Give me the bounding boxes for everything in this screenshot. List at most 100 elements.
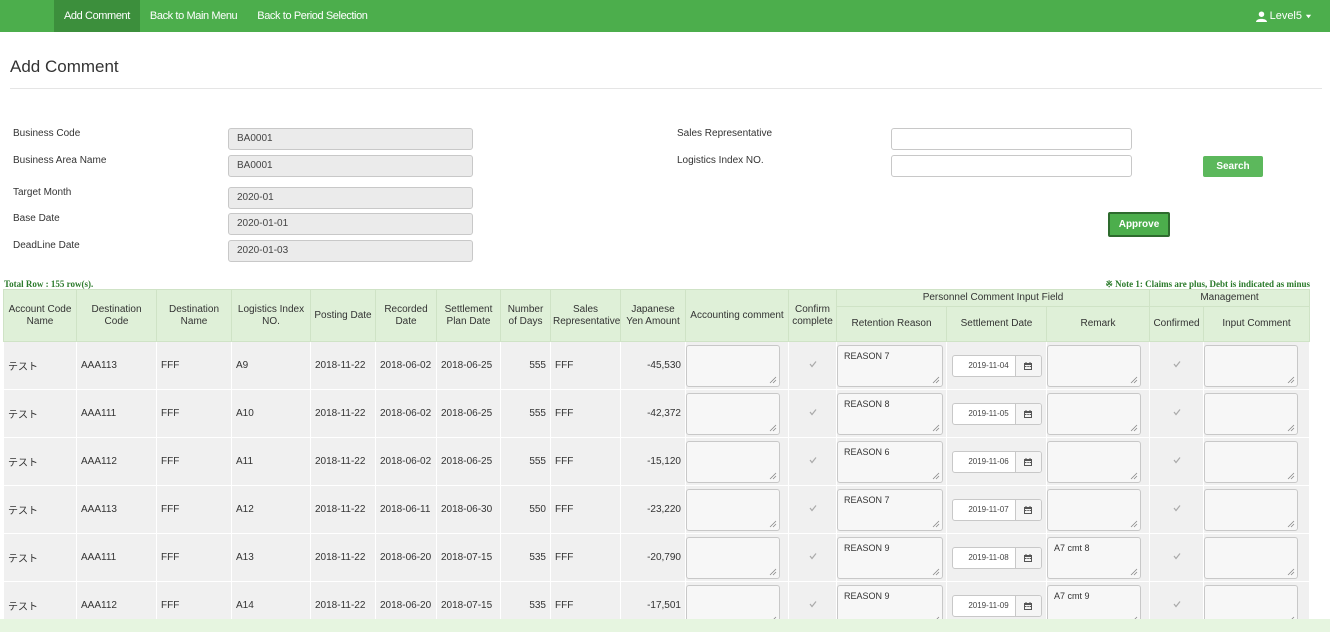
input-comment-textarea[interactable] — [1204, 392, 1299, 435]
cell-destination-code: AAA111 — [76, 533, 157, 582]
cell-number-of-days: 535 — [500, 533, 551, 582]
target-month-field[interactable]: 2020-01 — [228, 187, 473, 209]
check-icon[interactable] — [1172, 455, 1182, 465]
remark-textarea[interactable] — [1047, 392, 1141, 435]
settlement-date-picker[interactable]: 2019-11-04 — [951, 354, 1042, 377]
remark-textarea[interactable] — [1047, 440, 1141, 483]
cell-number-of-days: 555 — [500, 341, 551, 390]
input-comment-textarea[interactable] — [1204, 440, 1299, 483]
calendar-button[interactable] — [1014, 355, 1041, 376]
check-icon[interactable] — [808, 455, 818, 465]
cell-destination-name: FFF — [156, 533, 232, 582]
cell-number-of-days: 555 — [500, 437, 551, 486]
cell-account-code-name: テスト — [3, 533, 77, 582]
accounting-comment-textarea[interactable] — [686, 440, 780, 483]
retention-reason-text: REASON 7 — [844, 494, 890, 505]
nav-add-comment[interactable]: Add Comment — [54, 0, 140, 32]
settlement-date-picker[interactable]: 2019-11-05 — [951, 402, 1042, 425]
check-icon[interactable] — [1172, 599, 1182, 609]
retention-reason-textarea[interactable]: REASON 6 — [837, 440, 943, 483]
table-body: テスト AAA113 FFF A9 2018-11-22 2018-06-02 2018-0… — [3, 341, 1311, 630]
retention-reason-textarea[interactable]: REASON 9 — [837, 536, 943, 579]
approve-button[interactable]: Approve — [1108, 212, 1170, 237]
cell-remark — [1045, 389, 1151, 438]
nav-back-to-main-menu[interactable]: Back to Main Menu — [140, 0, 247, 32]
calendar-button[interactable] — [1014, 595, 1041, 616]
logistics-index-no-input[interactable] — [891, 155, 1132, 177]
cell-input-comment — [1203, 341, 1311, 390]
base-date-field[interactable]: 2020-01-01 — [228, 213, 473, 235]
check-icon[interactable] — [808, 407, 818, 417]
retention-reason-textarea[interactable]: REASON 7 — [837, 344, 943, 387]
sales-representative-input[interactable] — [891, 128, 1132, 150]
logistics-index-no-label: Logistics Index NO. — [677, 155, 764, 166]
cell-accounting-comment — [685, 389, 789, 438]
retention-reason-textarea[interactable]: REASON 7 — [837, 488, 943, 531]
deadline-date-label: DeadLine Date — [13, 240, 80, 251]
header-destination-code: Destination Code — [76, 289, 157, 342]
cell-retention-reason: REASON 7 — [836, 341, 947, 390]
header-logistics-index-no: Logistics Index NO. — [231, 289, 311, 342]
input-comment-textarea[interactable] — [1204, 344, 1299, 387]
cell-sales-representative: FFF — [550, 437, 621, 486]
remark-textarea[interactable]: A7 cmt 8 — [1047, 536, 1141, 579]
check-icon[interactable] — [1172, 503, 1182, 513]
cell-destination-code: AAA112 — [76, 437, 157, 486]
calendar-icon — [1024, 361, 1032, 370]
cell-retention-reason: REASON 6 — [836, 437, 947, 486]
input-comment-textarea[interactable] — [1204, 488, 1299, 531]
cell-sales-representative: FFF — [550, 389, 621, 438]
check-icon[interactable] — [808, 551, 818, 561]
cell-remark — [1045, 437, 1151, 486]
check-icon[interactable] — [1172, 407, 1182, 417]
settlement-date-picker[interactable]: 2019-11-06 — [951, 450, 1042, 473]
nav-back-to-period-selection[interactable]: Back to Period Selection — [247, 0, 377, 32]
resize-grip-icon — [769, 472, 777, 479]
resize-grip-icon — [1287, 424, 1295, 431]
accounting-comment-textarea[interactable] — [686, 392, 780, 435]
retention-reason-textarea[interactable]: REASON 8 — [837, 392, 943, 435]
business-area-name-field[interactable]: BA0001 — [228, 155, 473, 177]
table-row: テスト AAA113 FFF A9 2018-11-22 2018-06-02 2018-0… — [3, 341, 1311, 390]
accounting-comment-textarea[interactable] — [686, 488, 780, 531]
settlement-date-picker[interactable]: 2019-11-09 — [951, 594, 1042, 617]
cell-japanese-yen-amount: -23,220 — [620, 485, 686, 534]
settlement-date-picker[interactable]: 2019-11-07 — [951, 498, 1042, 521]
cell-accounting-comment — [685, 485, 789, 534]
cell-confirm-complete — [788, 485, 837, 534]
check-icon[interactable] — [1172, 359, 1182, 369]
calendar-button[interactable] — [1014, 499, 1041, 520]
cell-destination-code: AAA113 — [76, 341, 157, 390]
cell-accounting-comment — [685, 341, 789, 390]
cell-recorded-date: 2018-06-20 — [375, 533, 437, 582]
input-comment-textarea[interactable] — [1204, 536, 1299, 579]
settlement-date-value: 2019-11-05 — [968, 408, 1009, 418]
user-menu[interactable]: Level5 — [1255, 0, 1312, 32]
accounting-comment-textarea[interactable] — [686, 344, 780, 387]
calendar-icon — [1024, 409, 1032, 418]
accounting-comment-textarea[interactable] — [686, 536, 780, 579]
calendar-button[interactable] — [1014, 547, 1041, 568]
settlement-date-value: 2019-11-08 — [968, 552, 1009, 562]
cell-japanese-yen-amount: -20,790 — [620, 533, 686, 582]
check-icon[interactable] — [808, 599, 818, 609]
resize-grip-icon — [932, 472, 940, 479]
cell-account-code-name: テスト — [3, 437, 77, 486]
check-icon[interactable] — [1172, 551, 1182, 561]
remark-textarea[interactable] — [1047, 488, 1141, 531]
remark-text: A7 cmt 9 — [1054, 590, 1090, 601]
cell-settlement-plan-date: 2018-06-30 — [436, 485, 501, 534]
calendar-button[interactable] — [1014, 451, 1041, 472]
check-icon[interactable] — [808, 503, 818, 513]
settlement-date-picker[interactable]: 2019-11-08 — [951, 546, 1042, 569]
cell-logistics-index-no: A12 — [231, 485, 311, 534]
cell-settlement-date: 2019-11-08 — [946, 533, 1047, 582]
business-code-field[interactable]: BA0001 — [228, 128, 473, 150]
check-icon[interactable] — [808, 359, 818, 369]
remark-textarea[interactable] — [1047, 344, 1141, 387]
deadline-date-field[interactable]: 2020-01-03 — [228, 240, 473, 262]
calendar-button[interactable] — [1014, 403, 1041, 424]
cell-confirm-complete — [788, 389, 837, 438]
search-button[interactable]: Search — [1203, 156, 1263, 177]
calendar-icon — [1024, 601, 1032, 610]
